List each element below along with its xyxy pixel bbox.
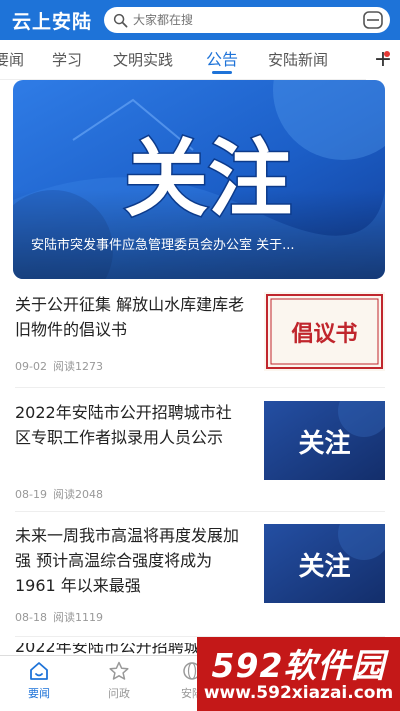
news-date: 08-19 bbox=[15, 488, 47, 501]
tab-gonggao[interactable]: 公告 bbox=[206, 40, 238, 80]
nav-wenzheng[interactable]: 问政 bbox=[89, 660, 149, 701]
thumb-text: 关注 bbox=[298, 551, 350, 582]
star-icon bbox=[109, 661, 129, 680]
news-meta: 08-19 阅读2048 bbox=[15, 486, 109, 502]
watermark-url: www.592xiazai.com bbox=[203, 683, 394, 703]
search-bar[interactable] bbox=[104, 7, 390, 33]
news-title: 未来一周我市高温将再度发展加强 预计高温综合强度将成为 1961 年以来最强 bbox=[15, 526, 240, 595]
scan-icon[interactable] bbox=[362, 10, 384, 30]
search-input[interactable] bbox=[133, 13, 362, 27]
news-reads: 阅读2048 bbox=[52, 488, 103, 501]
divider bbox=[15, 387, 385, 388]
watermark-logo: 592软件园 bbox=[211, 646, 386, 685]
search-icon bbox=[113, 13, 128, 27]
news-reads: 阅读1273 bbox=[52, 360, 103, 373]
news-reads: 阅读1119 bbox=[52, 611, 103, 624]
news-thumbnail: 关注 bbox=[264, 401, 385, 480]
news-thumbnail: 关注 bbox=[264, 524, 385, 603]
add-channel-button[interactable]: + bbox=[366, 40, 400, 80]
tab-yaowen[interactable]: 要闻 bbox=[0, 40, 24, 80]
nav-label: 要闻 bbox=[28, 687, 50, 700]
news-meta: 09-02 阅读1273 bbox=[15, 358, 109, 374]
notification-dot bbox=[384, 51, 390, 57]
banner-headline: 关注 bbox=[124, 130, 292, 228]
tab-wenming[interactable]: 文明实践 bbox=[113, 40, 173, 80]
home-icon bbox=[30, 662, 48, 680]
app-title: 云上安陆 bbox=[12, 10, 93, 33]
watermark-overlay: 592软件园 www.592xiazai.com bbox=[197, 637, 400, 711]
news-date: 08-18 bbox=[15, 611, 47, 624]
news-item[interactable]: 关于公开征集 解放山水库建库老旧物件的倡议书 09-02 阅读1273 倡议书 bbox=[15, 292, 385, 374]
news-item[interactable]: 2022年安陆市公开招聘城市社区专职工作者拟录用人员公示 08-19 阅读2048… bbox=[15, 400, 385, 505]
featured-banner[interactable]: 关注 安陆市突发事件应急管理委员会办公室 关于... bbox=[13, 80, 385, 279]
plus-icon: + bbox=[373, 47, 393, 72]
news-meta: 08-18 阅读1119 bbox=[15, 609, 109, 625]
top-header: 云上安陆 bbox=[0, 0, 400, 40]
divider bbox=[15, 511, 385, 512]
news-thumbnail: 倡议书 bbox=[264, 292, 385, 371]
news-date: 09-02 bbox=[15, 360, 47, 373]
news-item[interactable]: 未来一周我市高温将再度发展加强 预计高温综合强度将成为 1961 年以来最强 0… bbox=[15, 523, 385, 628]
thumb-text: 倡议书 bbox=[290, 321, 357, 347]
tab-xuexi[interactable]: 学习 bbox=[52, 40, 82, 80]
nav-label: 问政 bbox=[108, 687, 130, 700]
tab-anlu-news[interactable]: 安陆新闻 bbox=[268, 40, 328, 80]
thumb-text: 关注 bbox=[298, 428, 350, 459]
nav-yaowen[interactable]: 要闻 bbox=[9, 660, 69, 701]
app-screen: 云上安陆 要闻 学习 文明实践 公告 安陆新闻 + bbox=[0, 0, 400, 711]
banner-caption: 安陆市突发事件应急管理委员会办公室 关于... bbox=[31, 238, 295, 253]
channel-tabs: 要闻 学习 文明实践 公告 安陆新闻 + bbox=[0, 40, 400, 80]
news-title: 2022年安陆市公开招聘城市社区专职工作者拟录用人员公示 bbox=[15, 403, 232, 447]
news-title: 关于公开征集 解放山水库建库老旧物件的倡议书 bbox=[15, 295, 245, 339]
